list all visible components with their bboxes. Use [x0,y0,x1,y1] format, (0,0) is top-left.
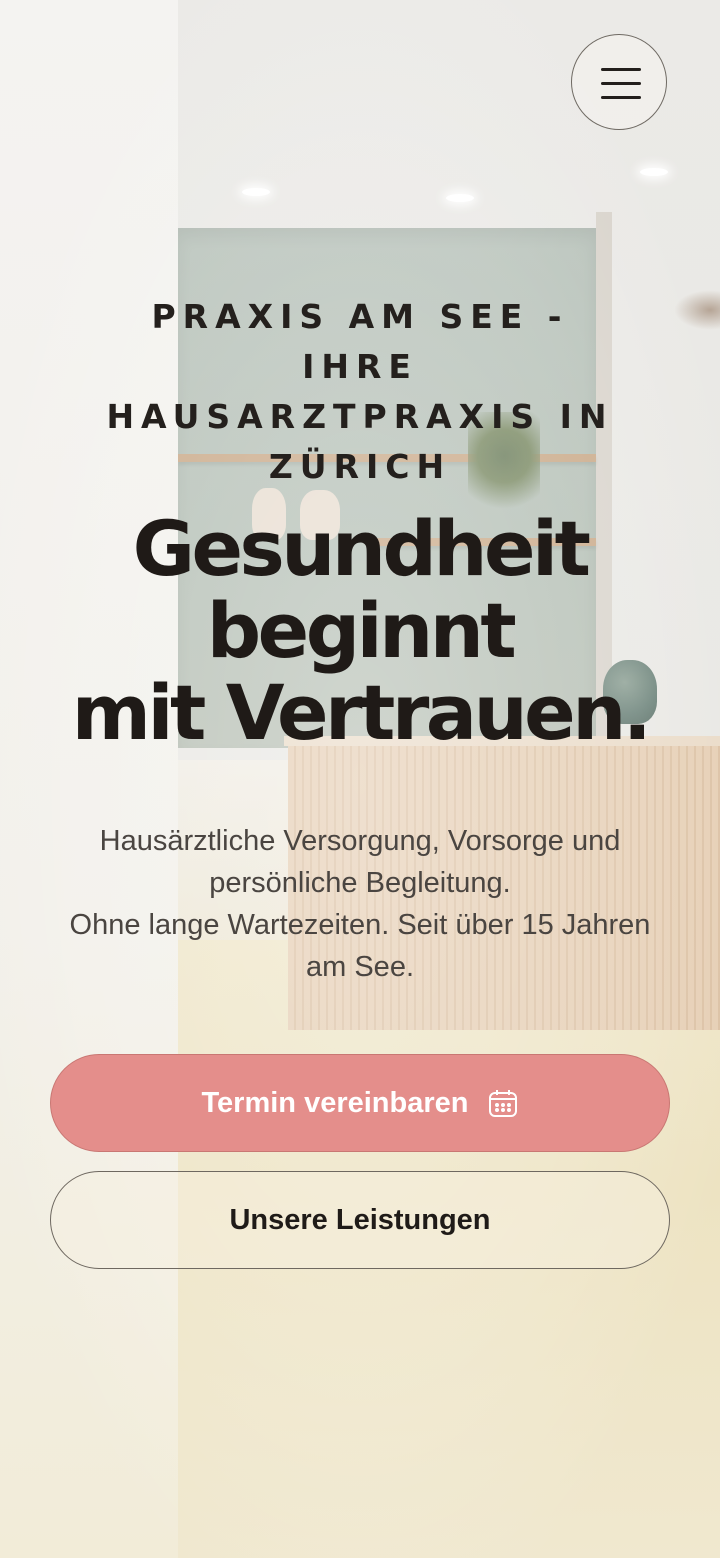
hamburger-bar [601,82,641,85]
background-haze [0,0,720,1558]
hero-headline-line: mit Vertrauen. [71,668,652,757]
hero-subtext-line: Hausärztliche Versorgung, Vorsorge und [99,825,621,857]
hero-background-image [0,0,720,1558]
book-appointment-label: Termin vereinbaren [201,1086,469,1119]
hero-eyebrow-line: HAUSARZTPRAXIS IN [106,397,614,436]
hero-eyebrow-line: PRAXIS AM SEE - IHRE [151,297,569,386]
hero-headline-line: beginnt [206,586,517,675]
hero-subtext-line: Ohne lange Wartezeiten. Seit über 15 Jah… [69,909,651,941]
book-appointment-button[interactable]: Termin vereinbaren [50,1054,670,1152]
our-services-label: Unsere Leistungen [229,1203,491,1236]
hamburger-bar [601,96,641,99]
hero-headline-line: Gesundheit [132,504,591,593]
our-services-button[interactable]: Unsere Leistungen [50,1171,670,1269]
hero-eyebrow: PRAXIS AM SEE - IHRE HAUSARZTPRAXIS IN Z… [90,292,630,492]
hero-subtext-line: am See. [306,951,414,983]
menu-button[interactable] [571,34,667,130]
hamburger-bar [601,68,641,71]
calendar-icon [487,1087,519,1119]
hero-headline: Gesundheit beginnt mit Vertrauen. [40,508,680,754]
hero-subtext: Hausärztliche Versorgung, Vorsorge und p… [40,820,680,988]
hero-eyebrow-line: ZÜRICH [268,447,452,486]
hero-subtext-line: persönliche Begleitung. [209,867,511,899]
